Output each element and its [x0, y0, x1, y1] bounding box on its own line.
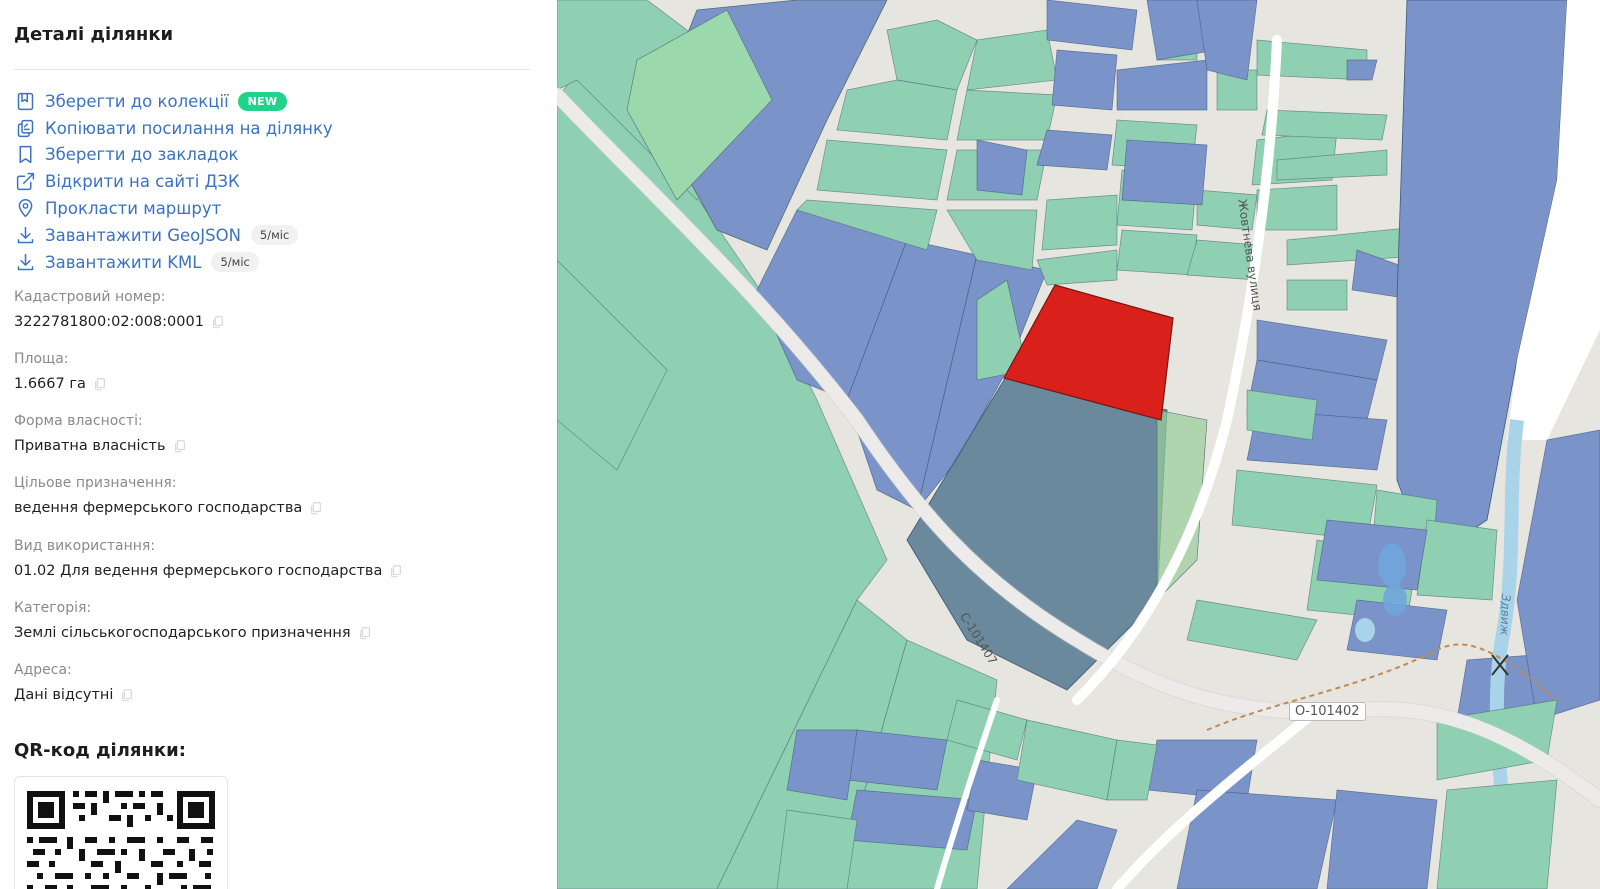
- copy-link-button[interactable]: Копіювати посилання на ділянку: [14, 115, 534, 142]
- field-label: Кадастровий номер:: [14, 289, 166, 305]
- field-value: Приватна власність: [14, 438, 166, 454]
- bookmark-icon: [14, 144, 36, 166]
- limit-badge: 5/міс: [250, 225, 299, 246]
- road-shield-o: О-101402: [1289, 702, 1366, 721]
- download-geojson-button[interactable]: Завантажити GeoJSON 5/міс: [14, 222, 534, 249]
- field-value: Дані відсутні: [14, 687, 114, 703]
- field-value: ведення фермерського господарства: [14, 500, 303, 516]
- field-value: Землі сільськогосподарського призначення: [14, 625, 351, 641]
- save-to-bookmarks-button[interactable]: Зберегти до закладок: [14, 142, 534, 169]
- qr-code: [14, 776, 228, 889]
- build-route-button[interactable]: Прокласти маршрут: [14, 195, 534, 222]
- field-address: Адреса: Дані відсутні: [14, 662, 534, 703]
- field-area: Площа: 1.6667 га: [14, 351, 534, 392]
- action-label: Прокласти маршрут: [45, 199, 222, 219]
- action-label: Копіювати посилання на ділянку: [45, 118, 333, 138]
- action-label: Завантажити GeoJSON: [45, 225, 241, 245]
- field-label: Форма власності:: [14, 413, 143, 429]
- copy-icon[interactable]: [93, 377, 107, 391]
- parcel-details-panel: Деталі ділянки Зберегти до колекції NEW …: [0, 0, 557, 889]
- external-link-icon: [14, 171, 36, 193]
- field-value: 01.02 Для ведення фермерського господарс…: [14, 563, 383, 579]
- download-icon: [14, 224, 36, 246]
- qr-code-image: [27, 791, 215, 889]
- field-cadastral-number: Кадастровий номер: 3222781800:02:008:000…: [14, 289, 534, 330]
- download-icon: [14, 251, 36, 273]
- field-label: Площа:: [14, 351, 69, 367]
- location-pin-icon: [14, 198, 36, 220]
- field-purpose: Цільове призначення: ведення фермерськог…: [14, 475, 534, 516]
- copy-icon[interactable]: [211, 315, 225, 329]
- action-label: Зберегти до колекції: [45, 91, 229, 111]
- field-category: Категорія: Землі сільськогосподарського …: [14, 600, 534, 641]
- cadastral-map[interactable]: Жовтнева вулиця С-101407 О-101402 Здвиж: [557, 0, 1600, 889]
- qr-code-title: QR-код ділянки:: [14, 740, 186, 761]
- field-value: 1.6667 га: [14, 376, 86, 392]
- open-dzk-link[interactable]: Відкрити на сайті ДЗК: [14, 168, 534, 195]
- download-kml-button[interactable]: Завантажити KML 5/міс: [14, 249, 534, 276]
- action-label: Відкрити на сайті ДЗК: [45, 172, 240, 192]
- action-list: Зберегти до колекції NEW Копіювати посил…: [14, 88, 534, 276]
- field-ownership: Форма власності: Приватна власність: [14, 413, 534, 454]
- copy-icon[interactable]: [389, 564, 403, 578]
- field-usage-type: Вид використання: 01.02 Для ведення ферм…: [14, 538, 534, 579]
- save-to-collection-button[interactable]: Зберегти до колекції NEW: [14, 88, 534, 115]
- field-label: Адреса:: [14, 662, 72, 678]
- field-label: Вид використання:: [14, 538, 156, 554]
- copy-link-icon: [14, 117, 36, 139]
- copy-icon[interactable]: [358, 626, 372, 640]
- collection-save-icon: [14, 90, 36, 112]
- limit-badge: 5/міс: [211, 252, 259, 273]
- field-value: 3222781800:02:008:0001: [14, 314, 204, 330]
- copy-icon[interactable]: [173, 439, 187, 453]
- panel-title: Деталі ділянки: [14, 24, 174, 45]
- copy-icon[interactable]: [309, 501, 323, 515]
- action-label: Зберегти до закладок: [45, 145, 239, 165]
- new-badge: NEW: [237, 91, 288, 111]
- copy-icon[interactable]: [120, 688, 134, 702]
- map-canvas[interactable]: [557, 0, 1600, 889]
- field-label: Категорія:: [14, 600, 92, 616]
- action-label: Завантажити KML: [45, 252, 202, 272]
- field-label: Цільове призначення:: [14, 475, 177, 491]
- divider: [14, 69, 530, 70]
- river-label: Здвиж: [1497, 593, 1513, 636]
